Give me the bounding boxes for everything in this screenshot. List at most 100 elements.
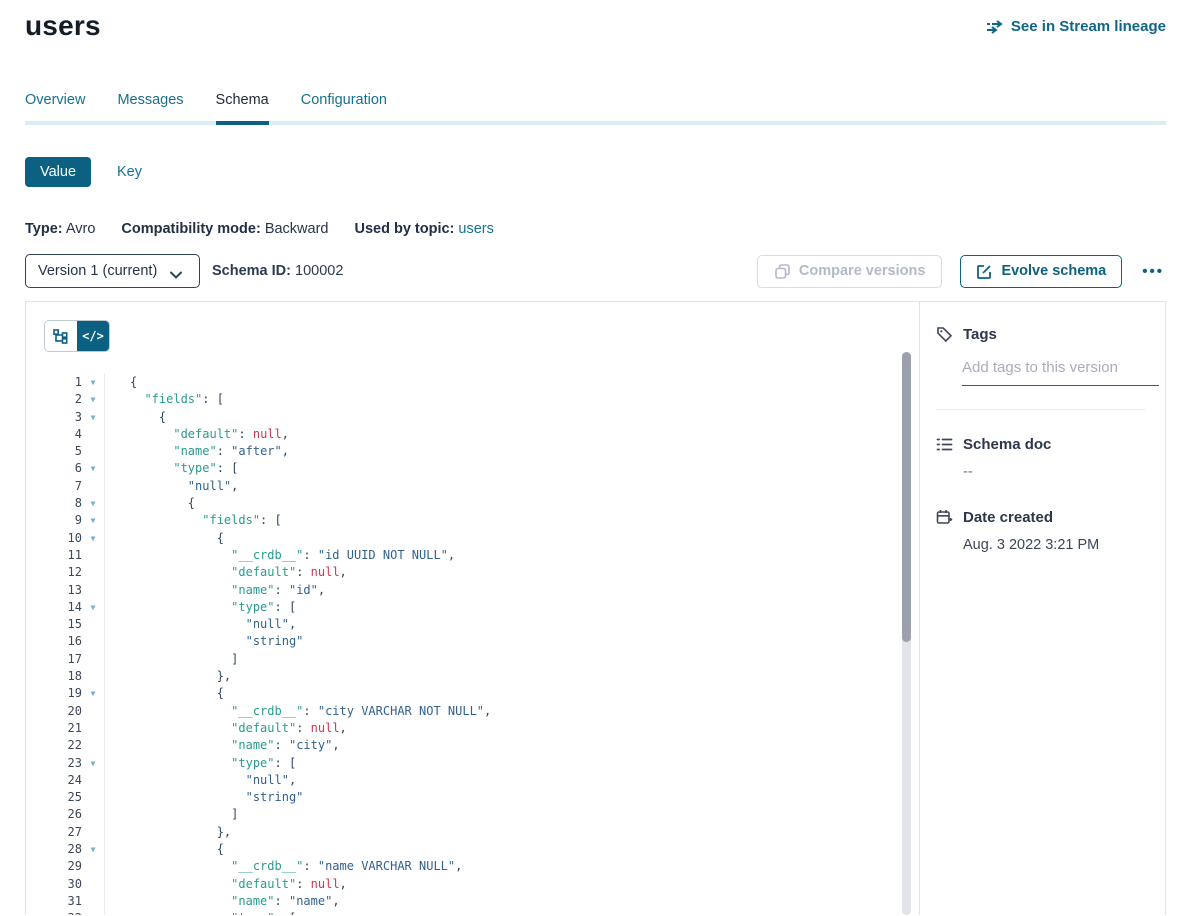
fold-caret-icon[interactable]: ▼ [82, 512, 104, 529]
meta-type-label: Type: [25, 221, 63, 237]
tags-section: Tags [936, 326, 1145, 410]
more-options-button[interactable]: ••• [1140, 259, 1166, 284]
line-number: 20 [44, 703, 82, 720]
stream-lineage-link[interactable]: See in Stream lineage [986, 18, 1166, 35]
fold-caret-empty [82, 564, 104, 581]
code-scrollbar-track[interactable] [902, 352, 911, 915]
tab-messages[interactable]: Messages [117, 92, 183, 121]
tags-heading-row: Tags [936, 326, 1145, 343]
code-text: ] [104, 806, 238, 823]
fold-caret-icon[interactable]: ▼ [82, 841, 104, 858]
schema-id-label: Schema ID: [212, 263, 291, 279]
code-line: 23▼ "type": [ [44, 755, 919, 772]
evolve-schema-label: Evolve schema [1001, 263, 1106, 279]
tab-overview[interactable]: Overview [25, 92, 85, 121]
value-button[interactable]: Value [25, 157, 91, 187]
code-line: 7 "null", [44, 478, 919, 495]
code-view-button[interactable]: </> [77, 321, 109, 351]
tree-view-button[interactable] [45, 321, 77, 351]
fold-caret-icon[interactable]: ▼ [82, 460, 104, 477]
code-text: "default": null, [104, 426, 289, 443]
fold-caret-icon[interactable]: ▼ [82, 685, 104, 702]
schema-panel: </> 1▼{2▼ "fields": [3▼ {4 "default": nu… [25, 301, 1166, 915]
code-text: "default": null, [104, 720, 347, 737]
code-text: { [104, 374, 137, 391]
schema-id: Schema ID: 100002 [212, 263, 343, 279]
line-number: 1 [44, 374, 82, 391]
fold-caret-empty [82, 616, 104, 633]
topic-link[interactable]: users [458, 221, 493, 237]
fold-caret-icon[interactable]: ▼ [82, 391, 104, 408]
code-text: "name": "name", [104, 893, 340, 910]
fold-caret-icon[interactable]: ▼ [82, 409, 104, 426]
line-number: 7 [44, 478, 82, 495]
code-line: 15 "null", [44, 616, 919, 633]
evolve-schema-button[interactable]: Evolve schema [960, 255, 1122, 288]
fold-caret-empty [82, 478, 104, 495]
compare-versions-button[interactable]: Compare versions [757, 255, 943, 288]
code-line: 3▼ { [44, 409, 919, 426]
code-line: 2▼ "fields": [ [44, 391, 919, 408]
code-text: "type": [ [104, 755, 296, 772]
line-number: 17 [44, 651, 82, 668]
meta-topic-label: Used by topic: [354, 221, 454, 237]
code-line: 12 "default": null, [44, 564, 919, 581]
fold-caret-empty [82, 547, 104, 564]
fold-caret-empty [82, 720, 104, 737]
code-text: "__crdb__": "city VARCHAR NOT NULL", [104, 703, 491, 720]
line-number: 12 [44, 564, 82, 581]
tab-bar: Overview Messages Schema Configuration [25, 92, 1166, 121]
line-number: 31 [44, 893, 82, 910]
value-key-toggle: Value Key [25, 157, 1166, 187]
tab-schema[interactable]: Schema [216, 92, 269, 121]
fold-caret-icon[interactable]: ▼ [82, 910, 104, 915]
line-number: 27 [44, 824, 82, 841]
code-text: "null", [104, 478, 238, 495]
fold-caret-icon[interactable]: ▼ [82, 530, 104, 547]
code-line: 24 "null", [44, 772, 919, 789]
code-text: }, [104, 668, 231, 685]
fold-caret-icon[interactable]: ▼ [82, 599, 104, 616]
chevron-down-icon [170, 267, 187, 275]
line-number: 25 [44, 789, 82, 806]
code-line: 16 "string" [44, 633, 919, 650]
meta-used-by-topic: Used by topic: users [354, 221, 493, 237]
fold-caret-icon[interactable]: ▼ [82, 374, 104, 391]
code-scrollbar-thumb[interactable] [902, 352, 911, 642]
line-number: 10 [44, 530, 82, 547]
compare-icon [774, 264, 791, 279]
line-number: 16 [44, 633, 82, 650]
code-text: "type": [ [104, 910, 296, 915]
line-number: 9 [44, 512, 82, 529]
line-number: 2 [44, 391, 82, 408]
fold-caret-empty [82, 443, 104, 460]
line-number: 4 [44, 426, 82, 443]
add-tags-input[interactable] [962, 357, 1159, 386]
fold-caret-empty [82, 703, 104, 720]
line-number: 23 [44, 755, 82, 772]
version-select[interactable]: Version 1 (current) [25, 254, 200, 288]
meta-compat-label: Compatibility mode: [121, 221, 260, 237]
stream-lineage-label: See in Stream lineage [1011, 18, 1166, 35]
code-line: 32▼ "type": [ [44, 910, 919, 915]
line-number: 6 [44, 460, 82, 477]
code-text: "null", [104, 772, 296, 789]
date-created-heading: Date created [963, 509, 1053, 526]
meta-compatibility: Compatibility mode: Backward [121, 221, 328, 237]
stream-lineage-icon [986, 20, 1004, 34]
fold-caret-icon[interactable]: ▼ [82, 755, 104, 772]
schema-doc-heading-row: Schema doc [936, 436, 1145, 453]
code-text: "type": [ [104, 460, 238, 477]
tab-configuration[interactable]: Configuration [301, 92, 387, 121]
line-number: 5 [44, 443, 82, 460]
fold-caret-empty [82, 789, 104, 806]
line-number: 3 [44, 409, 82, 426]
code-line: 9▼ "fields": [ [44, 512, 919, 529]
fold-caret-icon[interactable]: ▼ [82, 495, 104, 512]
line-number: 29 [44, 858, 82, 875]
line-number: 26 [44, 806, 82, 823]
calendar-plus-icon [936, 509, 953, 526]
fold-caret-empty [82, 806, 104, 823]
line-number: 30 [44, 876, 82, 893]
key-button[interactable]: Key [117, 164, 142, 180]
